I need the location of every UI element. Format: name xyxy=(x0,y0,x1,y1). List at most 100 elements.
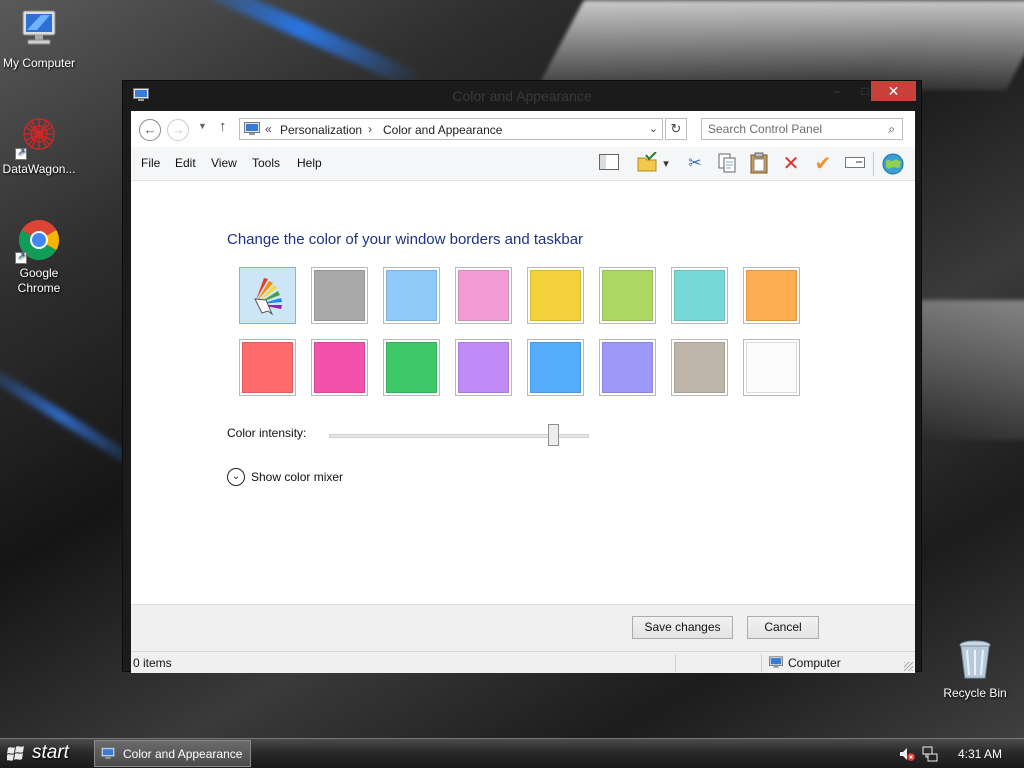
color-swatch-periwinkle[interactable] xyxy=(599,339,656,396)
desktop-icon-my-computer[interactable]: My Computer xyxy=(0,8,79,71)
recent-locations-button[interactable]: ▼ xyxy=(198,121,207,131)
up-button[interactable]: ↑ xyxy=(219,118,227,135)
chevron-down-icon[interactable]: ⌄ xyxy=(227,468,245,486)
color-swatch-fill xyxy=(242,342,293,393)
breadcrumb-color-and-appearance[interactable]: Color and Appearance xyxy=(383,123,502,137)
color-swatch-magenta[interactable] xyxy=(311,339,368,396)
forward-button[interactable]: → xyxy=(167,119,189,141)
desktop-icon-google-chrome[interactable]: Google Chrome xyxy=(0,218,79,296)
computer-icon xyxy=(17,8,61,52)
color-swatch-fill xyxy=(530,342,581,393)
color-swatch-orange[interactable] xyxy=(743,267,800,324)
menu-help[interactable]: Help xyxy=(297,156,322,170)
menu-tools[interactable]: Tools xyxy=(252,156,280,170)
close-button[interactable]: ✕ xyxy=(871,81,916,101)
network-icon[interactable] xyxy=(922,746,938,762)
control-panel-window: Color and Appearance – □ ✕ ← → ▼ ↑ « Per… xyxy=(122,80,922,673)
wallpaper-highlight xyxy=(920,300,1024,440)
color-intensity-label: Color intensity: xyxy=(227,426,307,440)
address-dropdown-icon[interactable]: ⌄ xyxy=(649,122,658,135)
delete-icon[interactable]: ✕ xyxy=(779,152,803,176)
search-input[interactable] xyxy=(708,122,878,136)
back-button[interactable]: ← xyxy=(139,119,161,141)
volume-muted-icon[interactable] xyxy=(899,746,915,762)
window-titlebar[interactable]: Color and Appearance – □ ✕ xyxy=(123,81,921,111)
color-swatch-fill xyxy=(314,342,365,393)
color-swatch-green[interactable] xyxy=(383,339,440,396)
status-bar: 0 items Computer xyxy=(131,651,915,673)
dialog-footer: Save changes Cancel xyxy=(131,604,915,651)
computer-icon xyxy=(769,656,783,668)
status-location: Computer xyxy=(788,656,841,670)
desktop-icon-datawagon[interactable]: DataWagon... xyxy=(0,114,79,177)
color-swatch-yellow[interactable] xyxy=(527,267,584,324)
start-label: start xyxy=(32,742,69,763)
color-swatch-taupe[interactable] xyxy=(671,339,728,396)
datawagon-icon xyxy=(15,114,61,160)
desktop-icon-label: Recycle Bin xyxy=(943,686,1007,700)
color-swatch-teal[interactable] xyxy=(671,267,728,324)
control-panel-icon xyxy=(101,747,115,759)
menu-edit[interactable]: Edit xyxy=(175,156,196,170)
color-swatch-lime[interactable] xyxy=(599,267,656,324)
breadcrumb-separator[interactable]: › xyxy=(368,122,372,136)
window-client: ← → ▼ ↑ « Personalization › Color and Ap… xyxy=(131,111,915,673)
color-swatch-fill xyxy=(602,342,653,393)
shortcut-arrow-icon xyxy=(15,251,27,264)
color-swatch-white[interactable] xyxy=(743,339,800,396)
color-swatch-fill xyxy=(530,270,581,321)
color-swatch-fill xyxy=(458,270,509,321)
color-intensity-thumb[interactable] xyxy=(547,424,559,446)
search-box[interactable]: ⌕ xyxy=(701,118,903,140)
chrome-icon xyxy=(15,218,61,264)
copy-icon[interactable] xyxy=(715,152,739,176)
refresh-button[interactable]: ↻ xyxy=(665,118,687,140)
resize-grip-icon[interactable] xyxy=(904,662,913,671)
folder-check-icon[interactable] xyxy=(635,151,659,176)
color-swatch-fill xyxy=(386,270,437,321)
color-swatch-light-blue[interactable] xyxy=(383,267,440,324)
desktop-icon-recycle-bin[interactable]: Recycle Bin xyxy=(935,638,1015,701)
globe-icon[interactable] xyxy=(881,152,905,176)
desktop-icon-label: My Computer xyxy=(2,56,76,70)
color-swatch-blue[interactable] xyxy=(527,339,584,396)
color-palette-icon xyxy=(254,278,282,316)
breadcrumb-overflow[interactable]: « xyxy=(265,122,272,136)
color-swatch-pink[interactable] xyxy=(455,267,512,324)
clock[interactable]: 4:31 AM xyxy=(958,747,1002,761)
paste-icon[interactable] xyxy=(747,152,771,176)
color-swatch-fill xyxy=(602,270,653,321)
status-item-count: 0 items xyxy=(133,656,172,670)
color-swatch-red[interactable] xyxy=(239,339,296,396)
save-changes-button[interactable]: Save changes xyxy=(632,616,733,639)
taskbar: start Color and Appearance 4:31 AM xyxy=(0,738,1024,768)
cancel-button[interactable]: Cancel xyxy=(747,616,819,639)
color-swatch-fill xyxy=(674,342,725,393)
properties-icon[interactable]: ✔ xyxy=(811,152,835,176)
taskbar-item-color-and-appearance[interactable]: Color and Appearance xyxy=(94,740,251,767)
status-divider xyxy=(761,654,762,672)
folder-options-dropdown[interactable]: ▾ xyxy=(660,152,672,176)
color-swatch-fill xyxy=(674,270,725,321)
layout-icon[interactable] xyxy=(597,152,621,176)
desktop-icon-label: Google Chrome xyxy=(17,266,61,295)
search-icon[interactable]: ⌕ xyxy=(888,122,895,137)
color-swatch-automatic[interactable] xyxy=(239,267,296,324)
page-heading: Change the color of your window borders … xyxy=(227,231,584,248)
show-color-mixer-label[interactable]: Show color mixer xyxy=(251,470,343,484)
rename-icon[interactable] xyxy=(843,152,867,176)
menu-file[interactable]: File xyxy=(141,156,160,170)
color-swatch-purple[interactable] xyxy=(455,339,512,396)
color-swatch-gray[interactable] xyxy=(311,267,368,324)
minimize-button[interactable]: – xyxy=(823,81,851,101)
recycle-bin-icon xyxy=(953,638,997,682)
color-swatch-fill xyxy=(386,342,437,393)
breadcrumb-personalization[interactable]: Personalization xyxy=(280,123,362,137)
menu-view[interactable]: View xyxy=(211,156,237,170)
color-swatch-fill xyxy=(746,342,797,393)
cut-icon[interactable]: ✂ xyxy=(683,152,707,176)
menu-toolbar-row: File Edit View Tools Help ▾ ✂ ✕ ✔ xyxy=(131,147,915,181)
address-bar[interactable]: « Personalization › Color and Appearance… xyxy=(239,118,663,140)
start-button[interactable]: start xyxy=(0,739,88,768)
wallpaper-streak xyxy=(177,0,423,91)
